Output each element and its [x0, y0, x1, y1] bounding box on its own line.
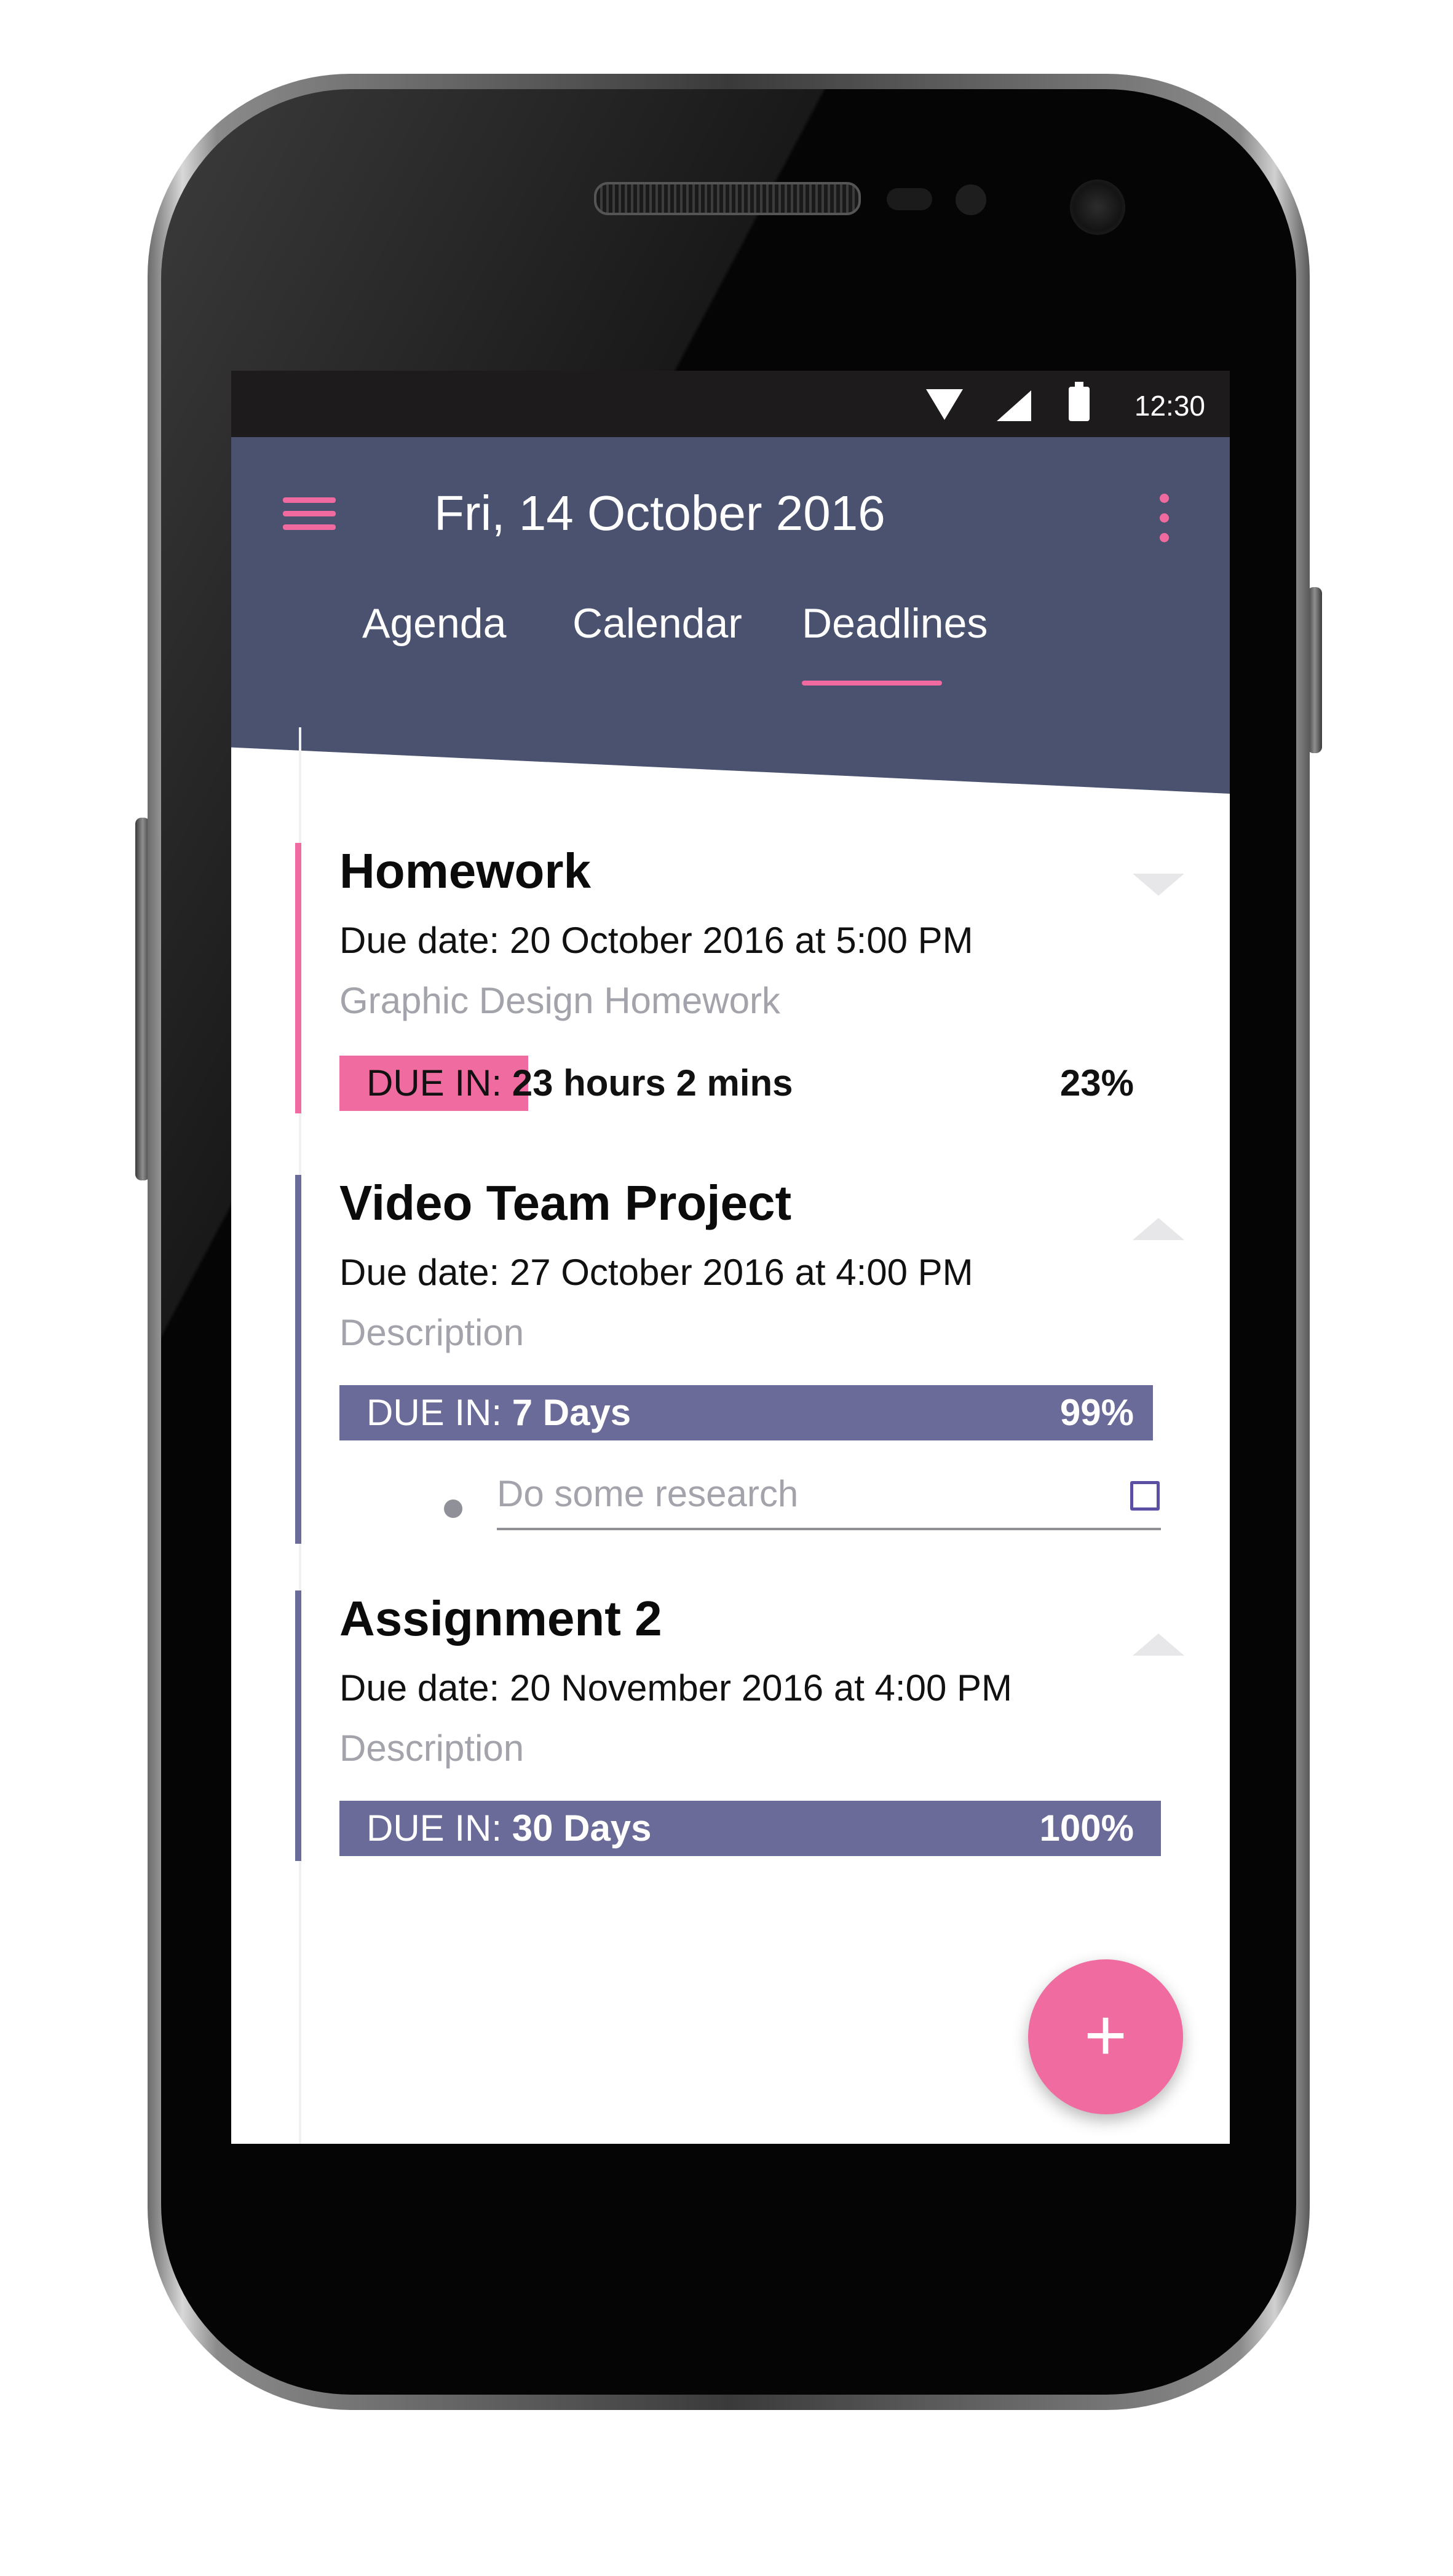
battery-icon [1069, 382, 1090, 421]
tab-agenda[interactable]: Agenda [362, 599, 506, 647]
due-in-prefix: DUE IN: [366, 1808, 502, 1849]
deadline-card[interactable]: Homework Due date: 20 October 2016 at 5:… [295, 843, 1205, 1113]
earpiece-speaker [594, 182, 861, 215]
card-accent-bar [295, 1590, 301, 1861]
app-bar: Fri, 14 October 2016 Agenda Calendar Dea… [231, 437, 1230, 794]
status-bar: 12:30 [231, 371, 1230, 437]
active-tab-indicator [802, 681, 942, 685]
progress-percent: 99% [1059, 1392, 1134, 1433]
more-options-icon[interactable] [1158, 494, 1171, 543]
deadline-card[interactable]: Video Team Project Due date: 27 October … [295, 1175, 1205, 1544]
deadline-description: Description [339, 1728, 525, 1769]
deadline-card[interactable]: Assignment 2 Due date: 20 November 2016 … [295, 1590, 1205, 1861]
due-in-label: DUE IN: 30 Days [366, 1801, 652, 1856]
due-in-value: 7 Days [512, 1392, 631, 1433]
card-accent-bar [295, 1175, 301, 1544]
due-in-label: DUE IN: 23 hours 2 mins [366, 1056, 793, 1111]
wifi-icon [926, 389, 963, 420]
expand-chevron-down-icon[interactable] [1133, 874, 1184, 896]
front-camera [1070, 180, 1125, 235]
tab-deadlines[interactable]: Deadlines [802, 599, 988, 647]
progress-percent: 23% [1059, 1062, 1134, 1104]
due-date-text: Due date: 27 October 2016 at 4:00 PM [339, 1252, 973, 1293]
due-in-value: 30 Days [512, 1808, 652, 1849]
due-progress-bar: DUE IN: 30 Days 100% [339, 1801, 1161, 1856]
subtask-checkbox[interactable] [1130, 1481, 1160, 1511]
due-progress-bar: DUE IN: 23 hours 2 mins 23% [339, 1056, 1161, 1111]
due-date-text: Due date: 20 October 2016 at 5:00 PM [339, 920, 973, 961]
status-time: 12:30 [1134, 390, 1205, 422]
due-in-value: 23 hours 2 mins [512, 1062, 793, 1104]
subtask-underline [497, 1528, 1161, 1530]
due-date-text: Due date: 20 November 2016 at 4:00 PM [339, 1667, 1013, 1709]
light-sensor [956, 184, 986, 215]
due-in-label: DUE IN: 7 Days [366, 1385, 631, 1440]
deadline-title: Video Team Project [339, 1175, 792, 1230]
deadline-title: Assignment 2 [339, 1591, 662, 1646]
hamburger-menu-icon[interactable] [283, 495, 336, 532]
progress-percent: 100% [1039, 1808, 1134, 1849]
add-deadline-button[interactable]: + [1028, 1959, 1183, 2114]
subtask-text[interactable]: Do some research [497, 1472, 798, 1515]
deadline-description: Graphic Design Homework [339, 980, 780, 1021]
page-title: Fri, 14 October 2016 [434, 486, 885, 540]
tab-calendar[interactable]: Calendar [572, 599, 742, 647]
deadline-description: Description [339, 1312, 525, 1353]
due-progress-bar: DUE IN: 7 Days 99% [339, 1385, 1161, 1440]
deadline-title: Homework [339, 844, 591, 898]
due-in-prefix: DUE IN: [366, 1062, 502, 1104]
collapse-chevron-up-icon[interactable] [1133, 1218, 1184, 1240]
subtask-bullet [444, 1499, 462, 1518]
collapse-chevron-up-icon[interactable] [1133, 1634, 1184, 1656]
plus-icon: + [1083, 1994, 1128, 2076]
app-screen: 12:30 Fri, 14 October 2016 Agenda Calend… [231, 371, 1230, 2144]
due-in-prefix: DUE IN: [366, 1392, 502, 1433]
proximity-sensor [887, 188, 932, 210]
cell-signal-icon [997, 390, 1031, 421]
card-accent-bar [295, 843, 301, 1113]
